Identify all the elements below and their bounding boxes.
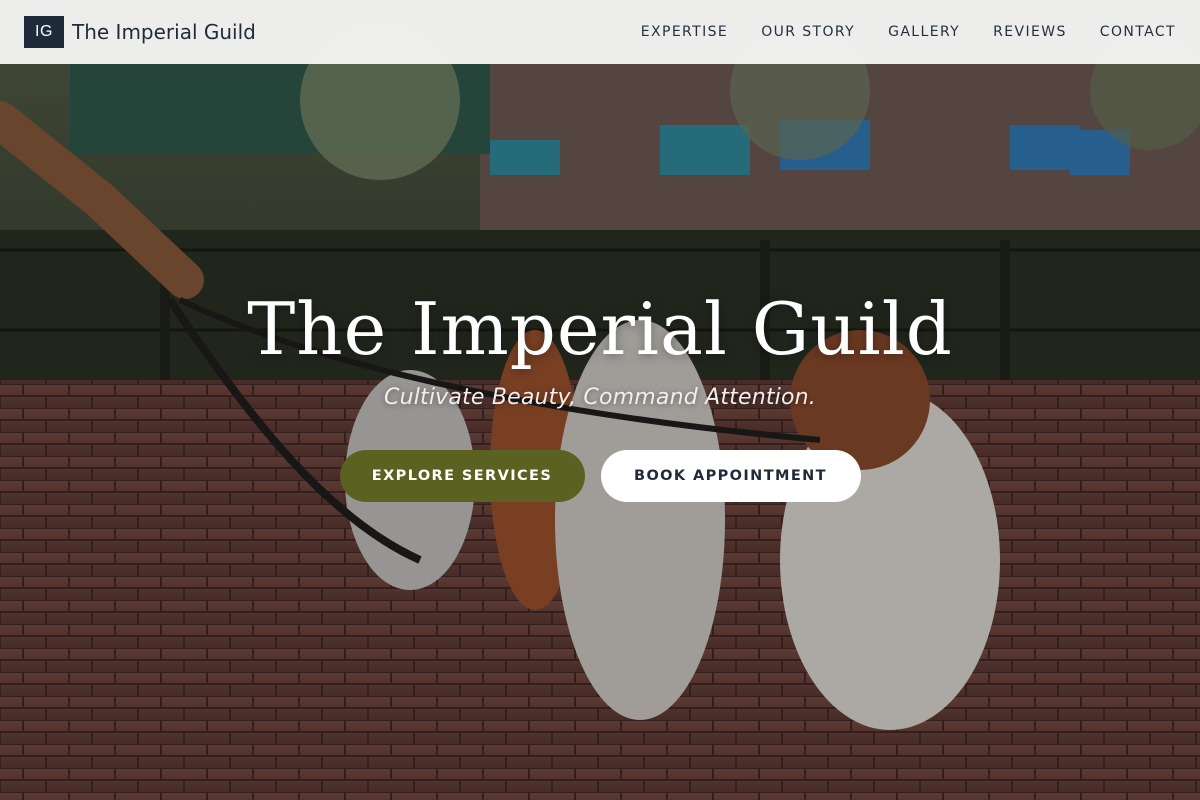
- book-appointment-button[interactable]: BOOK APPOINTMENT: [600, 450, 861, 502]
- nav-our-story[interactable]: OUR STORY: [761, 24, 855, 40]
- nav-gallery[interactable]: GALLERY: [888, 24, 960, 40]
- brand-name: The Imperial Guild: [72, 20, 256, 44]
- logo-badge: IG: [24, 16, 64, 48]
- nav-reviews[interactable]: REVIEWS: [993, 24, 1067, 40]
- explore-services-button[interactable]: EXPLORE SERVICES: [339, 450, 585, 502]
- hero-title: The Imperial Guild: [247, 287, 953, 371]
- cta-buttons: EXPLORE SERVICES BOOK APPOINTMENT: [339, 450, 861, 502]
- brand-link[interactable]: IG The Imperial Guild: [24, 16, 256, 48]
- top-navbar: IG The Imperial Guild EXPERTISE OUR STOR…: [0, 0, 1200, 64]
- hero-section: The Imperial Guild Cultivate Beauty, Com…: [0, 0, 1200, 800]
- hero-tagline: Cultivate Beauty, Command Attention.: [384, 385, 816, 410]
- nav-expertise[interactable]: EXPERTISE: [641, 24, 728, 40]
- nav-contact[interactable]: CONTACT: [1100, 24, 1176, 40]
- main-nav: EXPERTISE OUR STORY GALLERY REVIEWS CONT…: [641, 23, 1176, 41]
